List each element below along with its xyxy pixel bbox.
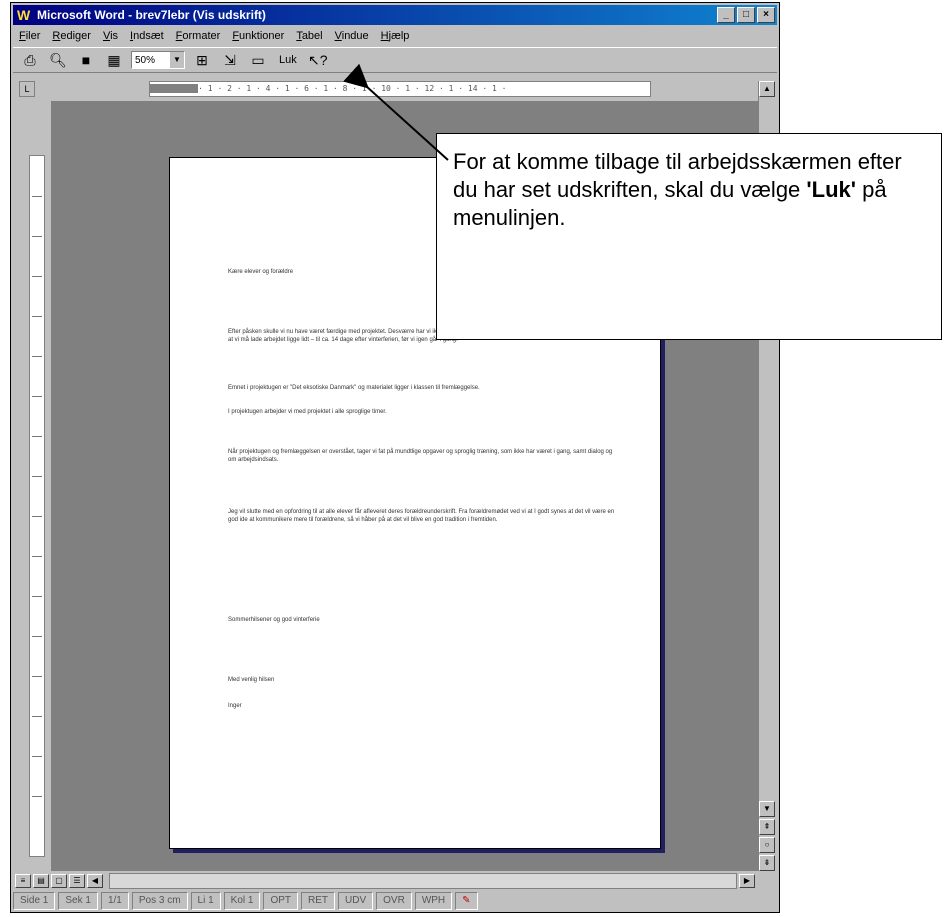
menu-vindue[interactable]: Vindue	[329, 27, 375, 45]
status-page-count: 1/1	[100, 892, 129, 910]
scroll-down-icon[interactable]: ▼	[759, 801, 775, 817]
multiple-pages-icon[interactable]: ▦	[103, 50, 125, 70]
status-mode-ovr[interactable]: OVR	[376, 892, 412, 910]
letter-signature: Inger	[228, 703, 242, 709]
menu-vis[interactable]: Vis	[97, 27, 124, 45]
menu-hjaelp[interactable]: Hjælp	[375, 27, 416, 45]
close-preview-button[interactable]: Luk	[275, 54, 301, 66]
minimize-button[interactable]: _	[717, 7, 735, 23]
letter-paragraph: Når projektugen og fremlæggelsen er over…	[228, 449, 613, 463]
ruler-row: L · 1 · 2 · 1 · 4 · 1 · 6 · 1 · 8 · 1 · …	[13, 77, 777, 99]
spelling-status-icon[interactable]: ✎	[455, 892, 478, 910]
one-page-icon[interactable]: ■	[75, 50, 97, 70]
status-section: Sek 1	[58, 892, 98, 910]
letter-signoff: Med venlig hilsen	[228, 677, 275, 683]
tab-selector-icon[interactable]: L	[19, 81, 35, 97]
instruction-callout: For at komme tilbage til arbejdsskærmen …	[436, 133, 942, 340]
status-bar: Side 1 Sek 1 1/1 Pos 3 cm Li 1 Kol 1 OPT…	[13, 891, 777, 911]
scroll-up-icon[interactable]: ▲	[759, 81, 775, 97]
close-window-button[interactable]: ×	[757, 7, 775, 23]
menu-bar: Filer Rediger Vis Indsæt Formater Funkti…	[13, 27, 777, 45]
status-mode-udv[interactable]: UDV	[338, 892, 374, 910]
letter-paragraph: I projektugen arbejder vi med projektet …	[228, 409, 387, 415]
status-mode-opt[interactable]: OPT	[263, 892, 299, 910]
callout-bold-text: 'Luk'	[806, 177, 856, 202]
print-preview-toolbar: ⎙ 🔍︎ ■ ▦ 50% ▼ ⊞ ⇲ ▭ Luk ↖?	[13, 47, 777, 73]
letter-paragraph: Jeg vil slutte med en opfordring til at …	[228, 509, 615, 523]
status-page: Side 1	[13, 892, 56, 910]
status-mode-wph[interactable]: WPH	[414, 892, 453, 910]
magnifier-icon[interactable]: 🔍︎	[47, 50, 69, 70]
horizontal-scrollbar[interactable]	[109, 873, 737, 889]
outline-view-icon[interactable]: ☰	[69, 874, 85, 888]
view-ruler-icon[interactable]: ⊞	[191, 50, 213, 70]
letter-paragraph: Emnet i projektugen er "Det eksotiske Da…	[228, 385, 480, 391]
menu-tabel[interactable]: Tabel	[290, 27, 328, 45]
maximize-button[interactable]: □	[737, 7, 755, 23]
status-position: Pos 3 cm	[131, 892, 188, 910]
scroll-left-icon[interactable]: ◀	[87, 874, 103, 888]
horizontal-ruler[interactable]: · 1 · 2 · 1 · 4 · 1 · 6 · 1 · 8 · 1 · 10…	[149, 81, 651, 97]
zoom-select[interactable]: 50% ▼	[131, 51, 185, 69]
normal-view-icon[interactable]: ≡	[15, 874, 31, 888]
title-bar: W Microsoft Word - brev7lebr (Vis udskri…	[13, 5, 777, 25]
select-browse-object-icon[interactable]: ○	[759, 837, 775, 853]
page-layout-icon[interactable]: ▢	[51, 874, 67, 888]
menu-indsaet[interactable]: Indsæt	[124, 27, 170, 45]
shrink-to-fit-icon[interactable]: ⇲	[219, 50, 241, 70]
print-icon[interactable]: ⎙	[19, 50, 41, 70]
web-view-icon[interactable]: ▤	[33, 874, 49, 888]
status-line: Li 1	[190, 892, 221, 910]
scroll-right-icon[interactable]: ▶	[739, 874, 755, 888]
menu-funktioner[interactable]: Funktioner	[226, 27, 290, 45]
status-column: Kol 1	[223, 892, 261, 910]
status-mode-ret[interactable]: RET	[301, 892, 336, 910]
previous-page-icon[interactable]: ⇞	[759, 819, 775, 835]
vertical-ruler[interactable]	[29, 155, 45, 857]
word-app-icon[interactable]: W	[17, 7, 33, 23]
menu-rediger[interactable]: Rediger	[46, 27, 97, 45]
full-screen-icon[interactable]: ▭	[247, 50, 269, 70]
zoom-value: 50%	[135, 55, 156, 66]
letter-closing: Sommerhilsener og god vinterferie	[228, 617, 320, 623]
menu-formater[interactable]: Formater	[170, 27, 227, 45]
next-page-icon[interactable]: ⇟	[759, 855, 775, 871]
view-buttons-row: ≡ ▤ ▢ ☰ ◀ ▶	[15, 873, 755, 889]
window-title: Microsoft Word - brev7lebr (Vis udskrift…	[37, 8, 266, 22]
help-icon[interactable]: ↖?	[307, 50, 329, 70]
menu-filer[interactable]: Filer	[13, 27, 46, 45]
chevron-down-icon[interactable]: ▼	[170, 52, 184, 68]
